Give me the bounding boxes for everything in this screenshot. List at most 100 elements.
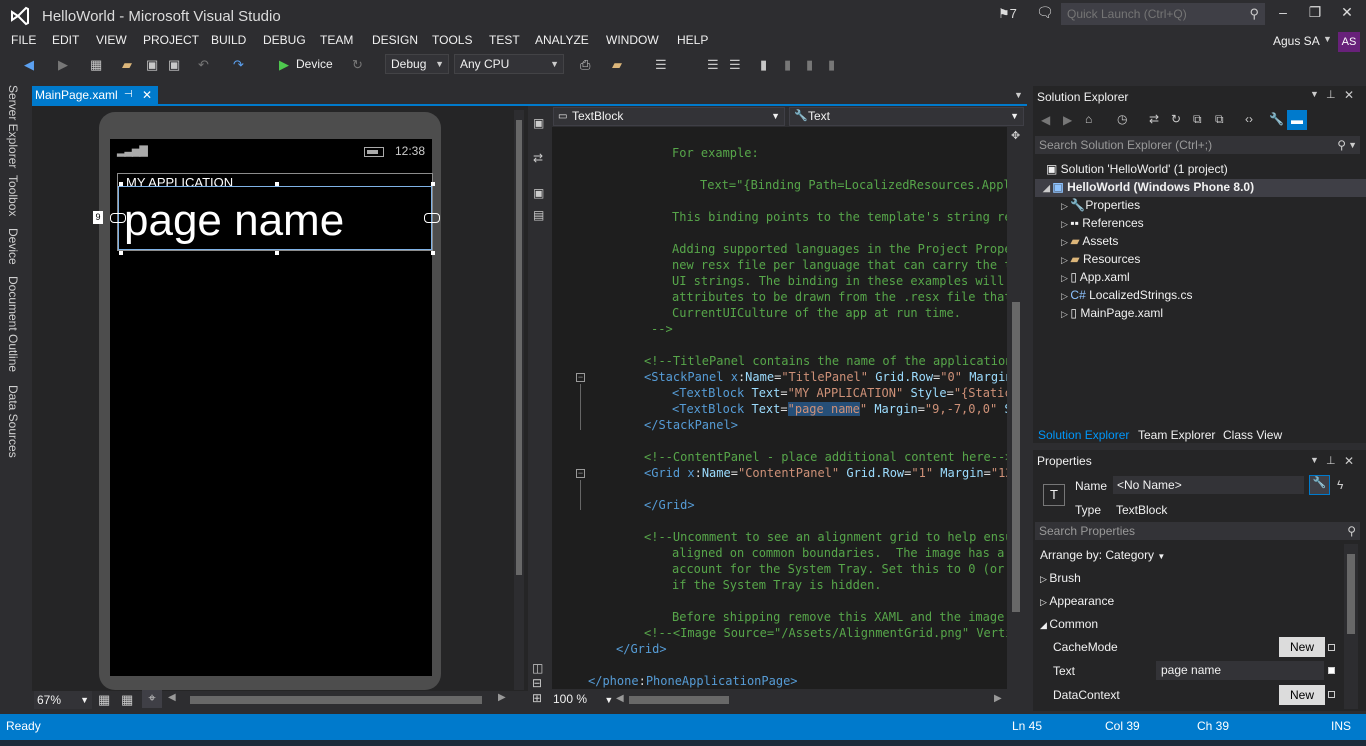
tab-mainpage-xaml[interactable]: MainPage.xaml ⊣ ✕ bbox=[32, 86, 158, 104]
tab-server-explorer[interactable]: Server Explorer bbox=[6, 85, 20, 168]
menu-window[interactable]: WINDOW bbox=[606, 33, 659, 47]
preview-icon[interactable]: ▬ bbox=[1287, 110, 1307, 130]
collapsed-arrow-icon[interactable]: ▷ bbox=[1061, 237, 1070, 247]
search-properties-input[interactable]: Search Properties ⚲ bbox=[1035, 522, 1360, 540]
align-icon[interactable]: ☰ bbox=[655, 57, 667, 73]
collapse-icon[interactable]: ⊞ bbox=[532, 691, 542, 705]
tab-toolbox[interactable]: Toolbox bbox=[6, 175, 20, 216]
resize-handle[interactable] bbox=[431, 182, 435, 186]
advanced-options-square[interactable] bbox=[1328, 644, 1335, 651]
scroll-right-icon[interactable]: ▶ bbox=[498, 692, 506, 703]
user-name[interactable]: Agus SA bbox=[1273, 34, 1320, 48]
refresh-icon[interactable]: ↻ bbox=[352, 57, 363, 73]
events-lightning-icon[interactable]: ϟ bbox=[1337, 478, 1343, 492]
cachemode-new-button[interactable]: New bbox=[1279, 637, 1325, 657]
close-icon[interactable]: ✕ bbox=[1344, 88, 1354, 102]
collapsed-arrow-icon[interactable]: ▷ bbox=[1061, 255, 1070, 265]
collapse-region-icon[interactable]: − bbox=[576, 373, 585, 382]
tree-item-references[interactable]: ▷ ▪▪ References bbox=[1061, 216, 1144, 230]
search-icon[interactable]: ⚲ bbox=[1337, 136, 1346, 154]
collapse-pane-icon[interactable]: ▤ bbox=[533, 208, 544, 222]
quick-launch[interactable]: ⚲ bbox=[1061, 3, 1265, 25]
quick-launch-input[interactable] bbox=[1062, 4, 1242, 24]
horizontal-split-icon[interactable]: ⊟ bbox=[532, 676, 542, 690]
expanded-arrow-icon[interactable]: ◢ bbox=[1040, 620, 1049, 630]
text-property-input[interactable]: page name bbox=[1156, 661, 1324, 680]
xaml-view-icon[interactable]: ▣ bbox=[533, 186, 544, 200]
tree-item-mainpage-xaml[interactable]: ▷ ▯ MainPage.xaml bbox=[1061, 306, 1163, 320]
chevron-down-icon[interactable]: ▼ bbox=[1348, 136, 1357, 154]
pin-icon[interactable]: ⊥ bbox=[1326, 88, 1336, 101]
tree-item-assets[interactable]: ▷ ▰ Assets bbox=[1061, 234, 1118, 248]
save-all-icon[interactable]: ▣ bbox=[168, 57, 180, 73]
collapsed-arrow-icon[interactable]: ▷ bbox=[1061, 273, 1070, 283]
minimize-button[interactable]: – bbox=[1268, 4, 1298, 20]
menu-test[interactable]: TEST bbox=[489, 33, 520, 47]
snap-grid-icon[interactable]: ▦ bbox=[121, 692, 133, 708]
category-common[interactable]: ◢ Common bbox=[1040, 617, 1098, 631]
scroll-left-icon[interactable]: ◀ bbox=[168, 692, 176, 703]
prev-bookmark-icon[interactable]: ▮ bbox=[784, 57, 791, 73]
menu-edit[interactable]: EDIT bbox=[52, 33, 79, 47]
tab-document-outline[interactable]: Document Outline bbox=[6, 276, 20, 372]
tree-item-app-xaml[interactable]: ▷ ▯ App.xaml bbox=[1061, 270, 1130, 284]
collapsed-arrow-icon[interactable]: ▷ bbox=[1061, 309, 1070, 319]
collapsed-arrow-icon[interactable]: ▷ bbox=[1040, 574, 1049, 584]
collapsed-arrow-icon[interactable]: ▷ bbox=[1040, 597, 1049, 607]
close-icon[interactable]: ✕ bbox=[142, 86, 152, 104]
category-appearance[interactable]: ▷ Appearance bbox=[1040, 594, 1114, 608]
expanded-arrow-icon[interactable]: ◢ bbox=[1043, 183, 1052, 193]
scroll-left-icon[interactable]: ◀ bbox=[616, 693, 624, 704]
back-icon[interactable]: ◀ bbox=[24, 57, 34, 73]
collapsed-arrow-icon[interactable]: ▷ bbox=[1061, 291, 1070, 301]
datacontext-new-button[interactable]: New bbox=[1279, 685, 1325, 705]
category-brush[interactable]: ▷ Brush bbox=[1040, 571, 1081, 585]
design-view-icon[interactable]: ▣ bbox=[533, 116, 544, 130]
maximize-button[interactable]: ❐ bbox=[1300, 4, 1330, 21]
resize-handle[interactable] bbox=[119, 251, 123, 255]
collapsed-arrow-icon[interactable]: ▷ bbox=[1061, 201, 1070, 211]
scroll-thumb[interactable] bbox=[1012, 302, 1020, 612]
resize-handle[interactable] bbox=[431, 251, 435, 255]
configuration-dropdown[interactable]: Debug ▼ bbox=[385, 54, 449, 74]
scroll-thumb[interactable] bbox=[516, 120, 522, 575]
menu-tools[interactable]: TOOLS bbox=[432, 33, 472, 47]
chevron-down-icon[interactable]: ▼ bbox=[1310, 89, 1319, 99]
pin-icon[interactable]: ⊥ bbox=[1326, 454, 1336, 467]
margin-link-icon[interactable] bbox=[110, 213, 126, 223]
close-icon[interactable]: ✕ bbox=[1344, 454, 1354, 468]
advanced-options-square[interactable] bbox=[1328, 667, 1335, 674]
advanced-options-square[interactable] bbox=[1328, 691, 1335, 698]
indent-icon[interactable]: ☰ bbox=[707, 57, 719, 73]
search-icon[interactable]: ⚲ bbox=[1249, 6, 1259, 22]
feedback-icon[interactable]: 🗨 bbox=[1036, 4, 1054, 21]
menu-design[interactable]: DESIGN bbox=[372, 33, 418, 47]
grid-icon[interactable]: ▦ bbox=[98, 692, 110, 708]
redo-icon[interactable]: ↷ bbox=[233, 57, 244, 73]
solution-search-input[interactable]: Search Solution Explorer (Ctrl+;) ⚲ ▼ bbox=[1035, 136, 1360, 154]
vertical-split-icon[interactable]: ◫ bbox=[532, 661, 543, 675]
chevron-down-icon[interactable]: ▼ bbox=[1014, 90, 1023, 100]
clear-bookmarks-icon[interactable]: ▮ bbox=[828, 57, 835, 73]
page-title-textblock[interactable]: page name bbox=[124, 196, 344, 246]
forward-icon[interactable]: ▶ bbox=[1063, 113, 1072, 127]
tab-device[interactable]: Device bbox=[6, 228, 20, 265]
tree-item-properties[interactable]: ▷ 🔧Properties bbox=[1061, 198, 1140, 212]
menu-analyze[interactable]: ANALYZE bbox=[535, 33, 589, 47]
forward-icon[interactable]: ▶ bbox=[58, 57, 68, 73]
chevron-down-icon[interactable]: ▼ bbox=[1310, 455, 1319, 465]
property-dropdown[interactable]: 🔧 Text ▼ bbox=[789, 107, 1024, 126]
menu-build[interactable]: BUILD bbox=[211, 33, 246, 47]
bookmark-icon[interactable]: ▮ bbox=[760, 57, 767, 73]
wrench-icon[interactable]: 🔧 bbox=[1269, 112, 1284, 126]
close-window-button[interactable]: ✕ bbox=[1332, 4, 1362, 21]
tree-project[interactable]: ◢ ▣ HelloWorld (Windows Phone 8.0) bbox=[1043, 180, 1254, 194]
next-bookmark-icon[interactable]: ▮ bbox=[806, 57, 813, 73]
code-hscroll-thumb[interactable] bbox=[629, 696, 729, 704]
refresh-icon[interactable]: ↻ bbox=[1171, 112, 1181, 126]
scroll-right-icon[interactable]: ▶ bbox=[994, 693, 1002, 704]
attach-icon[interactable]: ⎙ bbox=[580, 57, 590, 73]
platform-dropdown[interactable]: Any CPU ▼ bbox=[454, 54, 564, 74]
save-icon[interactable]: ▣ bbox=[146, 57, 158, 73]
collapse-all-icon[interactable]: ⧉ bbox=[1193, 112, 1202, 127]
